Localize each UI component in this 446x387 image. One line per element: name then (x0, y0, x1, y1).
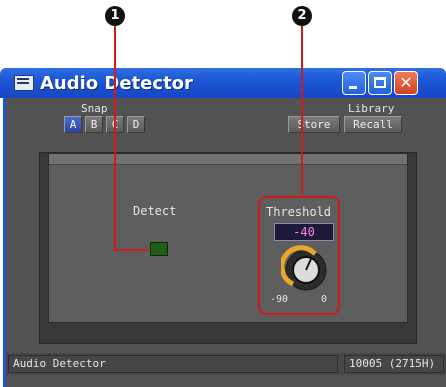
callout-badge-2: 2 (292, 6, 312, 26)
title-bar[interactable]: Audio Detector ✕ (0, 68, 446, 98)
snap-button-a[interactable]: A (64, 116, 82, 133)
window-app-icon[interactable] (14, 75, 34, 91)
library-store-button[interactable]: Store (288, 116, 340, 133)
library-recall-button[interactable]: Recall (344, 116, 402, 133)
status-bar: Audio Detector 10005 (2715H) (6, 353, 446, 375)
panel-top-strip (49, 154, 407, 165)
callout-line-1-vertical (114, 26, 116, 251)
detector-panel (39, 152, 417, 344)
callout-badge-1: 1 (105, 6, 125, 26)
snap-button-d[interactable]: D (127, 116, 145, 133)
snap-label: Snap (81, 102, 108, 115)
window-body: Snap A B C D Library Store Recall Detect… (3, 98, 446, 387)
maximize-button[interactable] (368, 71, 392, 95)
minimize-icon (349, 86, 357, 89)
close-icon: ✕ (399, 73, 413, 92)
window-title: Audio Detector (40, 73, 193, 94)
callout-line-2 (301, 26, 303, 195)
status-component-id: 10005 (2715H) (344, 355, 444, 373)
callout-line-1-horizontal (114, 249, 148, 251)
status-component-name: Audio Detector (8, 355, 338, 373)
audio-detector-window: Audio Detector ✕ Snap A B C D Library St… (0, 68, 446, 387)
minimize-button[interactable] (342, 71, 366, 95)
detect-indicator-led (150, 242, 168, 256)
detector-panel-inner (48, 153, 408, 323)
maximize-icon (374, 77, 386, 88)
threshold-highlight-box (258, 196, 340, 315)
close-button[interactable]: ✕ (394, 71, 418, 95)
library-label: Library (348, 102, 395, 115)
detect-label: Detect (133, 204, 177, 218)
snap-button-b[interactable]: B (85, 116, 103, 133)
